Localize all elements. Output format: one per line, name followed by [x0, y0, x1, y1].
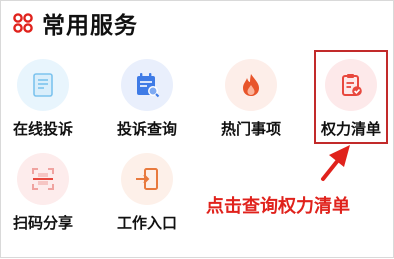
annotation-text: 点击查询权力清单 [206, 196, 350, 217]
arrow-icon [321, 145, 350, 181]
services-panel: 常用服务 在线投诉 投诉查询 热门事项 权力清单 扫码分享 工作入口 点击查询权… [0, 0, 394, 258]
